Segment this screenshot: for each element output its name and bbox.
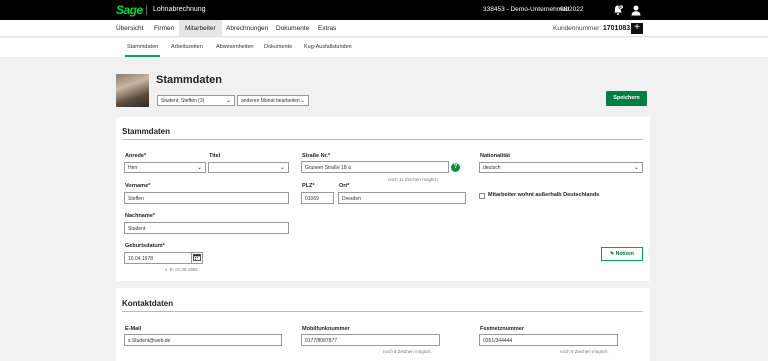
notizen-button[interactable]: ✎ Notizen	[601, 247, 643, 261]
section-title-kontaktdaten: Kontaktdaten	[122, 299, 174, 308]
employee-select[interactable]: Student, Steffen (3) ⌄	[157, 95, 235, 106]
nachname-label: Nachname*	[125, 213, 155, 219]
page-title: Stammdaten	[156, 74, 223, 86]
tab-arbeitszeiten[interactable]: Arbeitszeiten	[171, 44, 203, 50]
festnetz-label: Festnetznummer	[480, 326, 525, 332]
tab-kug-ausfallstunden[interactable]: Kug-Ausfallstunden	[304, 44, 352, 50]
nationalitaet-label: Nationalität	[480, 153, 510, 159]
active-tab-indicator	[125, 55, 160, 57]
divider	[122, 139, 643, 140]
geburtsdatum-label: Geburtsdatum*	[125, 243, 165, 249]
notifications-icon[interactable]: 0	[612, 4, 624, 16]
notizen-label: Notizen	[615, 251, 634, 257]
vorname-input[interactable]: Steffen	[124, 192, 289, 204]
period-selector[interactable]: 08/2022	[560, 6, 584, 13]
vorname-label: Vorname*	[125, 183, 151, 189]
geburtsdatum-hint: z. B. 01.09.1992	[165, 267, 198, 272]
anrede-label: Anrede*	[125, 153, 147, 159]
month-select-value: anderen Monat bearbeiten	[241, 98, 300, 104]
mobil-label: Mobilfunknummer	[302, 326, 350, 332]
chevron-down-icon: ⌄	[225, 98, 231, 104]
section-title-stammdaten: Stammdaten	[122, 127, 171, 136]
ausland-label: Mitarbeiter wohnt außerhalb Deutschlands	[488, 192, 600, 198]
strasse-input[interactable]: Gruneer Straße 18 a	[301, 161, 449, 173]
chevron-down-icon: ⌄	[196, 165, 202, 171]
chevron-down-icon: ⌄	[633, 165, 639, 171]
user-icon[interactable]	[630, 4, 642, 16]
kundennummer-label: Kundennummer:	[553, 25, 602, 32]
plz-label: PLZ*	[302, 183, 315, 189]
anrede-select[interactable]: Herr ⌄	[124, 162, 206, 173]
anrede-value: Herr	[128, 165, 138, 171]
sage-logo[interactable]: Sage	[116, 3, 143, 17]
edit-icon: ✎	[610, 251, 615, 257]
app-title: Lohnabrechnung	[153, 6, 206, 13]
notification-count: 0	[619, 5, 622, 10]
mobil-hint: noch 8 Zeichen möglich.	[383, 349, 432, 354]
sub-nav: Stammdaten Arbeitszeiten Abwesenheiten D…	[0, 38, 768, 57]
nationalitaet-select[interactable]: deutsch ⌄	[479, 162, 643, 173]
nav-firmen[interactable]: Firmen	[154, 25, 174, 32]
email-label: E-Mail	[125, 326, 142, 332]
add-button[interactable]: +	[631, 23, 643, 34]
titel-label: Titel	[209, 153, 221, 159]
company-selector[interactable]: 338453 - Demo-Unternehmen	[483, 6, 569, 13]
geburtsdatum-input[interactable]: 10.04.1978	[124, 252, 192, 264]
month-select[interactable]: anderen Monat bearbeiten ⌄	[237, 95, 309, 106]
nav-extras[interactable]: Extras	[318, 25, 336, 32]
ausland-checkbox[interactable]	[479, 193, 485, 199]
divider	[146, 5, 147, 15]
nationalitaet-value: deutsch	[483, 165, 501, 171]
main-nav: Übersicht Firmen Mitarbeiter Abrechnunge…	[0, 20, 768, 37]
nav-mitarbeiter[interactable]: Mitarbeiter	[179, 20, 222, 37]
divider	[122, 311, 643, 312]
plz-input[interactable]: 01069	[301, 192, 334, 204]
ort-input[interactable]: Dresden	[338, 192, 466, 204]
titel-select[interactable]: ⌄	[208, 162, 289, 173]
employee-select-value: Student, Steffen (3)	[161, 98, 205, 104]
email-field[interactable]: s.Student@web.de	[124, 334, 282, 346]
avatar	[116, 74, 149, 107]
ort-label: Ort*	[339, 183, 350, 189]
strasse-label: Straße Nr.*	[302, 153, 331, 159]
help-icon[interactable]: ?	[451, 163, 460, 172]
tab-abwesenheiten[interactable]: Abwesenheiten	[216, 44, 254, 50]
nav-abrechnungen[interactable]: Abrechnungen	[226, 25, 268, 32]
calendar-icon[interactable]	[192, 252, 203, 264]
nav-dokumente[interactable]: Dokumente	[276, 25, 309, 32]
nav-uebersicht[interactable]: Übersicht	[116, 25, 143, 32]
strasse-hint: noch 11 Zeichen möglich.	[388, 177, 439, 182]
nachname-input[interactable]: Student	[124, 222, 289, 234]
mobil-field[interactable]: 0177/8087877	[301, 334, 440, 346]
festnetz-hint: noch 9 Zeichen möglich.	[560, 349, 609, 354]
tab-stammdaten[interactable]: Stammdaten	[127, 44, 158, 50]
save-button[interactable]: Speichern	[606, 91, 647, 106]
tab-dokumente[interactable]: Dokumente	[264, 44, 292, 50]
chevron-down-icon: ⌄	[299, 98, 305, 104]
kundennummer: Kundennummer: 170108316	[553, 25, 638, 32]
festnetz-field[interactable]: 0351/344444	[479, 334, 618, 346]
chevron-down-icon: ⌄	[279, 165, 285, 171]
